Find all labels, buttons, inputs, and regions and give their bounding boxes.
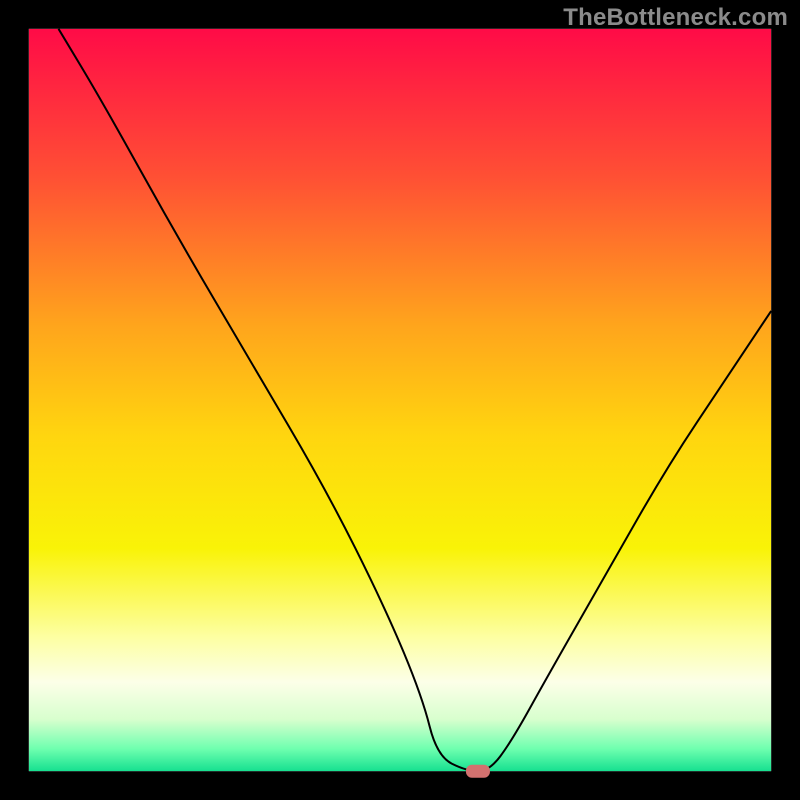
minimum-marker xyxy=(466,765,490,778)
chart-container: TheBottleneck.com xyxy=(0,0,800,800)
watermark-text: TheBottleneck.com xyxy=(563,4,788,32)
chart-background xyxy=(29,29,771,771)
bottleneck-chart xyxy=(0,0,800,800)
